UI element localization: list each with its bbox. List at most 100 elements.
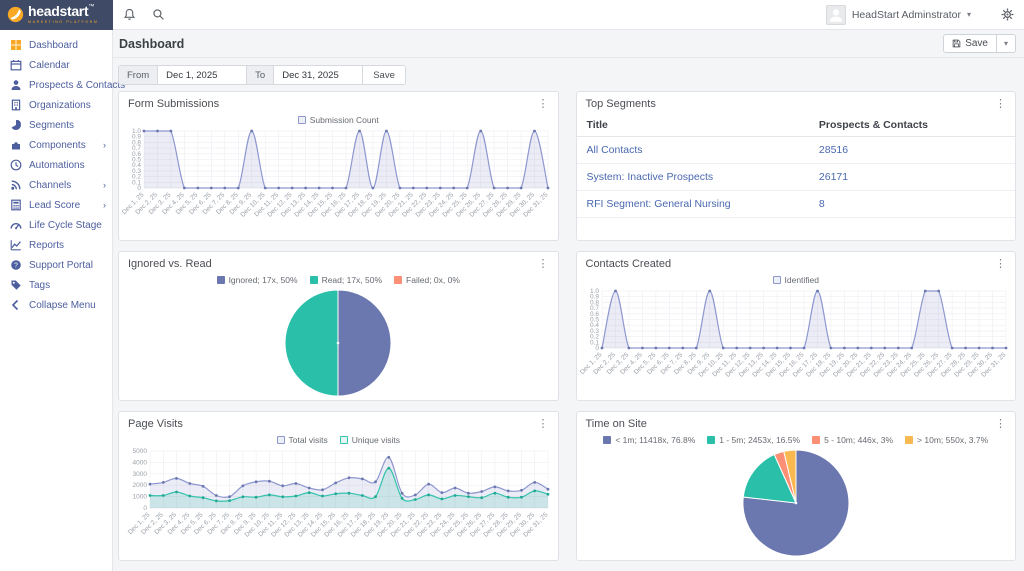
date-from-input[interactable] (158, 66, 247, 84)
sidebar-item-life-cycle-stage[interactable]: Life Cycle Stage (0, 215, 112, 235)
sidebar-item-reports[interactable]: Reports (0, 235, 112, 255)
sidebar-item-collapse-menu[interactable]: Collapse Menu (0, 295, 112, 315)
sidebar-item-label: Support Portal (29, 259, 93, 271)
sidebar-item-dashboard[interactable]: Dashboard (0, 35, 112, 55)
sidebar-item-label: Automations (29, 159, 85, 171)
user-menu[interactable]: HeadStart Adminstrator ▾ (825, 4, 971, 25)
legend-item[interactable]: > 10m; 550x, 3.7% (905, 435, 988, 445)
svg-text:1.0: 1.0 (132, 128, 141, 135)
widget-title: Contacts Created (585, 258, 672, 270)
sidebar-item-segments[interactable]: Segments (0, 115, 112, 135)
notifications-bell-icon[interactable] (123, 8, 136, 21)
save-button-label: Save (965, 38, 988, 49)
segment-count-link[interactable]: 8 (819, 198, 825, 210)
main-content: Dashboard Save ▾ From To Save (113, 30, 1024, 571)
date-to-input[interactable] (274, 66, 363, 84)
save-button[interactable]: Save (943, 34, 997, 53)
save-dropdown-button[interactable]: ▾ (996, 34, 1016, 53)
sidebar-item-lead-score[interactable]: Lead Score › (0, 195, 112, 215)
legend-swatch-icon (216, 275, 225, 284)
segment-title-link[interactable]: All Contacts (587, 144, 643, 156)
sidebar-item-organizations[interactable]: Organizations (0, 95, 112, 115)
svg-text:3000: 3000 (133, 471, 148, 478)
widget-menu-icon[interactable]: ⋮ (995, 418, 1006, 430)
legend-label: Submission Count (309, 114, 379, 125)
sidebar-item-components[interactable]: Components › (0, 135, 112, 155)
segment-count-link[interactable]: 28516 (819, 144, 848, 156)
svg-text:0: 0 (144, 505, 148, 512)
widget-menu-icon[interactable]: ⋮ (538, 418, 549, 430)
settings-gear-icon[interactable] (1001, 8, 1014, 21)
widget-menu-icon[interactable]: ⋮ (538, 98, 549, 110)
sidebar-item-label: Tags (29, 279, 51, 291)
legend-swatch-icon (297, 115, 306, 124)
date-apply-button[interactable]: Save (362, 66, 405, 84)
legend-item[interactable]: Identified (772, 274, 820, 285)
widget-menu-icon[interactable]: ⋮ (538, 258, 549, 270)
segment-title-link[interactable]: RFI Segment: General Nursing (587, 198, 731, 210)
submenu-chevron-icon: › (103, 140, 106, 150)
date-filter-row: From To Save (113, 58, 1024, 91)
save-dropdown-caret-icon: ▾ (1003, 39, 1008, 48)
legend-item[interactable]: Failed; 0x, 0% (394, 275, 460, 285)
legend-swatch-icon (905, 435, 914, 444)
legend-item[interactable]: < 1m; 11418x, 76.8% (603, 435, 695, 445)
legend-item[interactable]: Submission Count (297, 114, 379, 125)
sidebar-item-label: Life Cycle Stage (29, 219, 102, 231)
svg-text:5000: 5000 (133, 448, 148, 455)
sidebar-item-tags[interactable]: Tags (0, 275, 112, 295)
submenu-chevron-icon: › (103, 200, 106, 210)
broadcast-icon (11, 180, 21, 190)
date-from-label: From (119, 66, 159, 84)
brand-swoosh-icon (7, 6, 24, 23)
legend-label: 5 - 10m; 446x, 3% (824, 434, 894, 445)
brand-logo[interactable]: headstart™ MARKETING PLATFORM (0, 0, 113, 30)
widget-menu-icon[interactable]: ⋮ (995, 258, 1006, 270)
svg-text:4000: 4000 (133, 459, 148, 466)
brand-text: headstart™ MARKETING PLATFORM (28, 4, 98, 25)
legend-label: Identified (784, 274, 820, 285)
segment-count-link[interactable]: 26171 (819, 171, 848, 183)
sidebar-item-label: Channels (29, 179, 72, 191)
legend-label: Unique visits (351, 434, 400, 445)
calculator-icon (11, 199, 21, 211)
sidebar-item-support-portal[interactable]: ? Support Portal (0, 255, 112, 275)
dashboard-save-split-button: Save ▾ (943, 34, 1016, 53)
sidebar-item-label: Prospects & Contacts (29, 79, 126, 91)
chart-legend: < 1m; 11418x, 76.8% 1 - 5m; 2453x, 16.5% 5… (577, 433, 1016, 446)
legend-item[interactable]: 5 - 10m; 446x, 3% (812, 435, 893, 445)
legend-item[interactable]: Read; 17x, 50% (309, 274, 383, 285)
sidebar-item-automations[interactable]: Automations (0, 155, 112, 175)
widgets-grid: Form Submissions ⋮ Submission Count 0 0.1… (113, 91, 1024, 561)
sidebar-item-prospects-contacts[interactable]: Prospects & Contacts (0, 75, 125, 95)
legend-swatch-icon (772, 275, 781, 284)
legend-swatch-icon (309, 275, 318, 284)
widget-header: Page Visits ⋮ (119, 412, 558, 433)
legend-label: Total visits (288, 434, 328, 445)
contacts-created-chart: 00.10.20.30.40.50.60.70.80.91.0Dec 1, 25… (579, 288, 1008, 379)
widget-menu-icon[interactable]: ⋮ (995, 98, 1006, 110)
legend-item[interactable]: Ignored; 17x, 50% (216, 275, 298, 285)
sidebar-item-calendar[interactable]: Calendar (0, 55, 112, 75)
legend-swatch-icon (276, 435, 285, 444)
sidebar-item-label: Reports (29, 239, 65, 251)
sidebar-item-channels[interactable]: Channels › (0, 175, 112, 195)
chart-legend: Identified (577, 273, 1016, 286)
legend-label: Read; 17x, 50% (321, 274, 383, 285)
widget-page-visits: Page Visits ⋮ Total visits Unique visits … (118, 411, 559, 561)
search-icon[interactable] (152, 8, 165, 21)
legend-swatch-icon (339, 435, 348, 444)
legend-item[interactable]: Total visits (276, 434, 328, 445)
sidebar-item-label: Organizations (29, 99, 91, 111)
legend-item[interactable]: Unique visits (339, 434, 400, 445)
widget-title: Page Visits (128, 418, 183, 430)
legend-item[interactable]: 1 - 5m; 2453x, 16.5% (707, 435, 800, 445)
date-to-label: To (246, 66, 275, 84)
svg-text:?: ? (14, 262, 18, 269)
person-icon (11, 80, 21, 90)
page-title: Dashboard (119, 36, 185, 51)
widget-contacts-created: Contacts Created ⋮ Identified 0 0.1 0.2 0.3… (575, 251, 1016, 401)
form-submissions-chart: 00.10.20.30.40.50.60.70.80.91.0Dec 1, 25… (121, 128, 550, 219)
segment-title-link[interactable]: System: Inactive Prospects (587, 171, 714, 183)
segments-table-row: System: Inactive Prospects 26171 (576, 163, 1015, 191)
